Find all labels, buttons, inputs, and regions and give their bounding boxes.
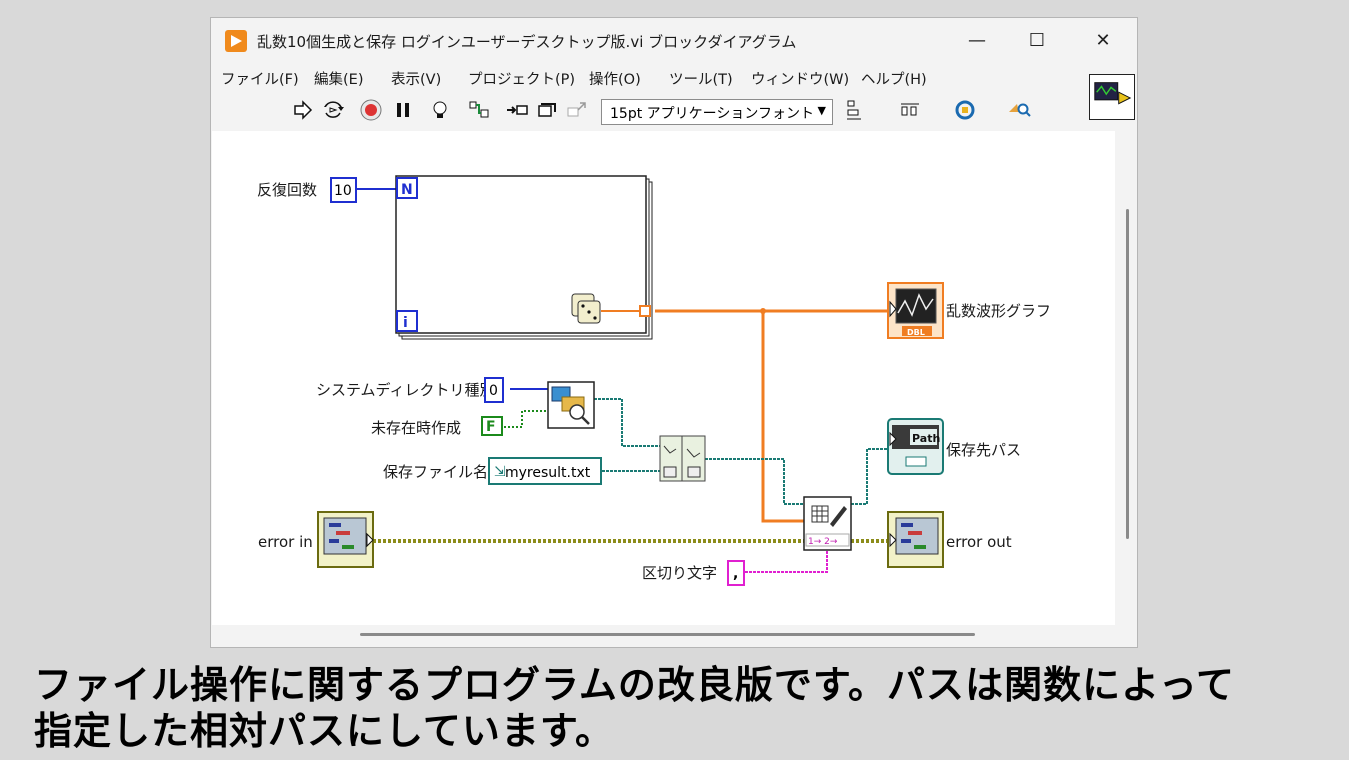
delimiter-value: , [733, 566, 738, 582]
create-label: 未存在時作成 [371, 419, 461, 437]
run-continuous-icon[interactable] [321, 98, 345, 122]
menu-help[interactable]: ヘルプ(H) [861, 68, 927, 89]
chevron-down-icon: ▼ [817, 104, 826, 117]
path-badge: Path [912, 432, 940, 445]
window-title: 乱数10個生成と保存 ログインユーザーデスクトップ版.vi ブロックダイアグラム [257, 33, 797, 51]
maximize-button[interactable]: ☐ [1009, 18, 1065, 62]
error-in-icon[interactable] [317, 511, 374, 568]
close-button[interactable]: ✕ [1075, 18, 1131, 62]
menu-operate[interactable]: 操作(O) [589, 68, 641, 89]
random-array-wire [655, 309, 888, 523]
dir-type-label: システムディレクトリ種別 [316, 381, 495, 399]
pause-icon[interactable] [391, 98, 415, 122]
distribute-icon[interactable] [899, 98, 923, 122]
vertical-scroll-thumb[interactable] [1126, 209, 1129, 539]
error-out-icon[interactable] [887, 511, 944, 568]
horizontal-scroll-thumb[interactable] [360, 633, 975, 636]
title-bar: 乱数10個生成と保存 ログインユーザーデスクトップ版.vi ブロックダイアグラム… [211, 18, 1137, 64]
loop-count-value: 10 [334, 183, 352, 199]
highlight-execution-icon[interactable] [429, 98, 453, 122]
menu-file[interactable]: ファイル(F) [221, 68, 299, 89]
path-label: 保存先パス [946, 441, 1021, 459]
slide-caption: ファイル操作に関するプログラムの改良版です。パスは関数によって 指定した相対パス… [34, 662, 1334, 754]
menu-project[interactable]: プロジェクト(P) [468, 68, 575, 89]
menu-tools[interactable]: ツール(T) [669, 68, 733, 89]
caption-line-2: 指定した相対パスにしています。 [34, 709, 615, 753]
loop-i-label: i [403, 315, 408, 331]
align-icon[interactable] [845, 98, 869, 122]
write-terms-label: 1→ 2→ [808, 537, 838, 547]
menu-window[interactable]: ウィンドウ(W) [751, 68, 849, 89]
horizontal-scrollbar[interactable] [212, 625, 1117, 647]
path-indicator-icon[interactable] [887, 418, 944, 475]
built-path-wire [705, 458, 804, 505]
step-into-icon[interactable] [505, 98, 529, 122]
delimiter-label: 区切り文字 [642, 564, 717, 582]
build-path-icon[interactable] [659, 435, 706, 482]
loop-count-label: 反復回数 [257, 181, 317, 199]
cleanup-search-icon[interactable] [1007, 98, 1031, 122]
step-out-icon[interactable] [565, 98, 589, 122]
filename-label: 保存ファイル名 [383, 463, 488, 481]
path-glyph-icon: ⇲ [494, 464, 506, 480]
block-diagram-window: 乱数10個生成と保存 ログインユーザーデスクトップ版.vi ブロックダイアグラム… [210, 17, 1138, 648]
auto-index-tunnel [639, 305, 651, 317]
graph-badge: DBL [907, 328, 925, 337]
minimize-button[interactable]: — [949, 18, 1005, 62]
vertical-scrollbar[interactable] [1117, 131, 1137, 625]
dir-path-wire [594, 398, 660, 447]
error-in-label: error in [258, 533, 313, 551]
font-select-value: 15pt アプリケーションフォント [610, 106, 814, 122]
error-out-label: error out [946, 533, 1012, 551]
step-over-icon[interactable] [535, 98, 559, 122]
wire-junction [760, 308, 766, 314]
delimiter-wire [745, 551, 828, 573]
font-select[interactable]: 15pt アプリケーションフォント ▼ [601, 99, 833, 125]
menu-bar: ファイル(F) 編集(E) 表示(V) プロジェクト(P) 操作(O) ツール(… [211, 64, 1081, 92]
labview-app-icon [225, 30, 247, 52]
get-system-dir-icon[interactable] [547, 381, 595, 429]
abort-icon[interactable] [359, 98, 383, 122]
dir-type-value: 0 [489, 383, 498, 399]
diagram-canvas[interactable]: N i 反復回数 10 DBL 乱数波形グラフ システムディレクトリ種別 0 未… [212, 131, 1115, 625]
filename-value: myresult.txt [505, 465, 591, 481]
graph-label: 乱数波形グラフ [946, 302, 1051, 320]
run-arrow-icon[interactable] [291, 98, 315, 122]
vi-connector-icon[interactable] [1089, 74, 1135, 120]
create-wire [504, 410, 548, 428]
caption-line-1: ファイル操作に関するプログラムの改良版です。パスは関数によって [34, 663, 1236, 707]
for-loop[interactable] [395, 175, 653, 340]
reorder-icon[interactable] [953, 98, 977, 122]
menu-view[interactable]: 表示(V) [391, 68, 441, 89]
loop-n-label: N [401, 182, 413, 198]
create-value: F [486, 419, 496, 435]
path-out-wire [851, 448, 888, 505]
menu-edit[interactable]: 編集(E) [314, 68, 363, 89]
retain-wire-values-icon[interactable] [467, 98, 491, 122]
